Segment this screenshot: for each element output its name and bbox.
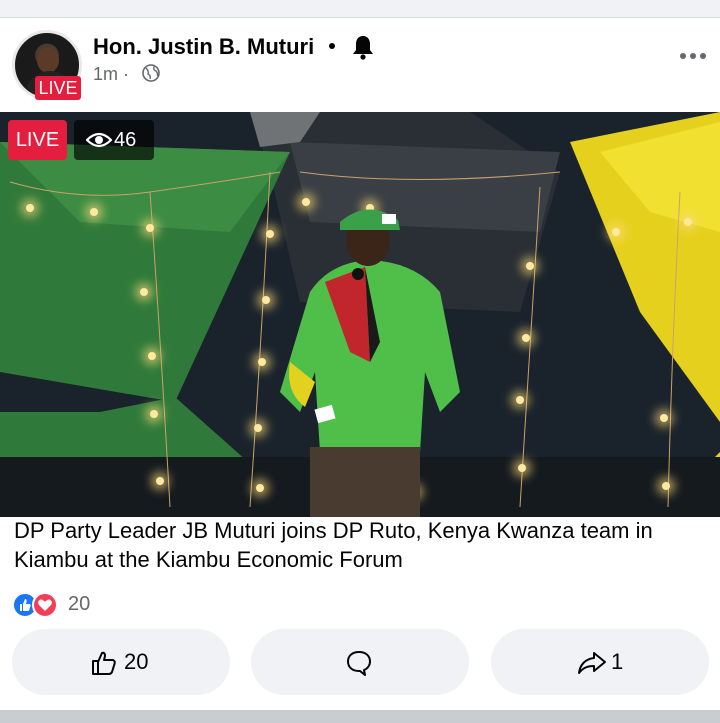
share-count: 1 — [611, 649, 624, 674]
live-video[interactable]: LIVE 46 — [0, 112, 720, 517]
live-badge: LIVE — [8, 120, 67, 160]
heart-glyph — [38, 599, 52, 611]
post-caption: DP Party Leader JB Muturi joins DP Ruto,… — [14, 518, 653, 572]
top-divider — [0, 0, 720, 18]
string-light — [662, 482, 670, 490]
string-light — [150, 410, 158, 418]
share-icon — [578, 652, 606, 674]
viewer-count-badge: 46 — [74, 120, 154, 160]
string-light — [516, 396, 524, 404]
like-button[interactable]: 20 — [12, 629, 230, 695]
string-light — [684, 218, 692, 226]
separator-dot — [329, 43, 335, 49]
eye-icon — [86, 132, 112, 148]
like-count: 20 — [124, 649, 149, 674]
post-time: 1m · — [93, 64, 130, 84]
reaction-count: 20 — [68, 593, 91, 615]
thumbs-up-icon — [92, 651, 116, 675]
comment-button[interactable] — [251, 629, 469, 695]
string-light — [526, 262, 534, 270]
author-name[interactable]: Hon. Justin B. Muturi — [93, 34, 314, 60]
time-text: 1m — [93, 64, 119, 84]
bell-icon[interactable] — [351, 34, 375, 60]
string-light — [660, 414, 668, 422]
globe-icon — [142, 64, 160, 82]
love-reaction-icon — [32, 592, 58, 618]
comment-icon — [347, 651, 371, 676]
string-light — [262, 296, 270, 304]
share-button[interactable]: 1 — [491, 629, 709, 695]
string-light — [254, 424, 262, 432]
string-light — [258, 358, 266, 366]
speaker-figure — [280, 209, 460, 517]
string-light — [518, 464, 526, 472]
post-header: LIVE Hon. Justin B. Muturi 1m · — [0, 18, 720, 112]
string-light — [140, 288, 148, 296]
string-light — [612, 228, 620, 236]
avatar-live-badge: LIVE — [35, 76, 81, 100]
feed-separator — [0, 710, 720, 723]
more-options-icon[interactable] — [678, 46, 708, 66]
string-light — [156, 477, 164, 485]
viewer-count: 46 — [114, 129, 137, 151]
string-light — [26, 204, 34, 212]
live-post: LIVE Hon. Justin B. Muturi 1m · LIVE 46 — [0, 18, 720, 710]
string-light — [146, 224, 154, 232]
string-light — [256, 484, 264, 492]
string-light — [522, 334, 530, 342]
string-light — [90, 208, 98, 216]
avatar-face — [37, 47, 59, 73]
string-light — [148, 352, 156, 360]
